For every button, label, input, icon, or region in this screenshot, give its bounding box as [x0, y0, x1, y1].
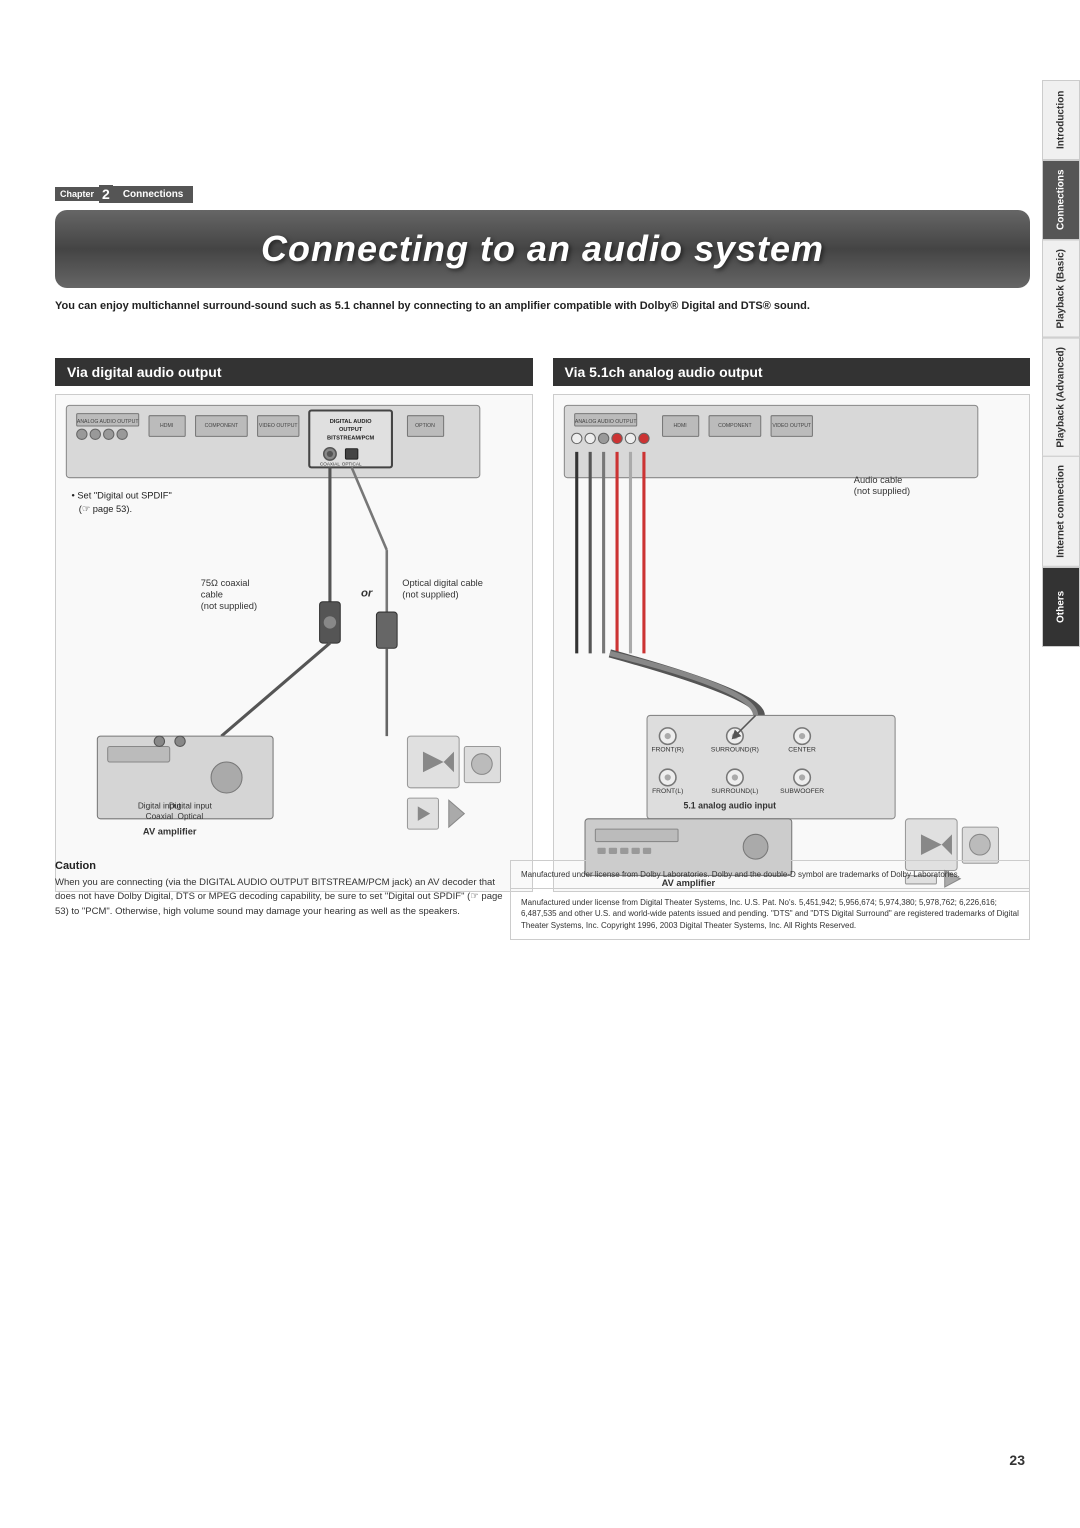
- svg-text:(not supplied): (not supplied): [402, 590, 458, 600]
- breadcrumb: Chapter 2 Connections: [55, 185, 193, 203]
- svg-text:COAXIAL: COAXIAL: [320, 461, 341, 466]
- sidebar-tabs: Introduction Connections Playback (Basic…: [1042, 80, 1080, 647]
- caution-text: When you are connecting (via the DIGITAL…: [55, 876, 505, 919]
- svg-text:OPTICAL: OPTICAL: [342, 461, 362, 466]
- svg-text:OUTPUT: OUTPUT: [339, 427, 363, 433]
- caution-section: Caution When you are connecting (via the…: [55, 860, 505, 919]
- svg-text:SUBWOOFER: SUBWOOFER: [780, 788, 824, 795]
- analog-audio-diagram: ANALOG AUDIO OUTPUT HDMI COMPONENT VIDEO…: [553, 394, 1031, 892]
- svg-text:Coaxial: Coaxial: [146, 812, 174, 821]
- dts-legal: Manufactured under license from Digital …: [511, 889, 1029, 939]
- section-digital-audio: Via digital audio output ANALOG AUDIO OU…: [55, 358, 533, 897]
- svg-text:COMPONENT: COMPONENT: [718, 423, 752, 429]
- svg-text:cable: cable: [201, 590, 223, 600]
- svg-text:COMPONENT: COMPONENT: [205, 423, 239, 429]
- svg-text:SURROUND(R): SURROUND(R): [710, 747, 758, 754]
- svg-text:VIDEO OUTPUT: VIDEO OUTPUT: [772, 423, 812, 429]
- sidebar-tab-others[interactable]: Others: [1042, 567, 1080, 647]
- chapter-number: 2: [99, 185, 113, 203]
- svg-text:BITSTREAM/PCM: BITSTREAM/PCM: [327, 435, 375, 441]
- svg-text:Optical: Optical: [178, 812, 204, 821]
- svg-text:(☞ page 53).: (☞ page 53).: [79, 504, 132, 514]
- svg-text:Digital input: Digital input: [169, 801, 213, 810]
- section-analog-header: Via 5.1ch analog audio output: [553, 358, 1031, 386]
- svg-text:HDMI: HDMI: [673, 423, 686, 429]
- svg-text:5.1 analog audio input: 5.1 analog audio input: [683, 800, 776, 810]
- section-digital-content: ANALOG AUDIO OUTPUT HDMI COMPONENT VIDEO…: [55, 394, 533, 897]
- svg-text:ANALOG AUDIO OUTPUT: ANALOG AUDIO OUTPUT: [574, 419, 636, 425]
- svg-text:VIDEO OUTPUT: VIDEO OUTPUT: [259, 423, 299, 429]
- svg-text:Audio cable: Audio cable: [853, 475, 902, 485]
- svg-text:• Set "Digital out SPDIF": • Set "Digital out SPDIF": [72, 490, 172, 500]
- sidebar-tab-introduction[interactable]: Introduction: [1042, 80, 1080, 160]
- svg-text:DIGITAL AUDIO: DIGITAL AUDIO: [330, 419, 372, 425]
- dolby-legal: Manufactured under license from Dolby La…: [511, 861, 1029, 889]
- svg-text:or: or: [361, 588, 373, 600]
- sidebar-tab-playback-advanced[interactable]: Playback (Advanced): [1042, 338, 1080, 457]
- sections-container: Via digital audio output ANALOG AUDIO OU…: [55, 358, 1030, 897]
- caution-title: Caution: [55, 860, 505, 872]
- main-title-banner: Connecting to an audio system: [55, 210, 1030, 288]
- chapter-label: Chapter: [55, 187, 99, 201]
- main-title: Connecting to an audio system: [261, 228, 824, 269]
- chapter-title: Connections: [113, 186, 194, 203]
- svg-text:CENTER: CENTER: [788, 747, 816, 754]
- legal-notices: Manufactured under license from Dolby La…: [510, 860, 1030, 940]
- section-digital-header: Via digital audio output: [55, 358, 533, 386]
- sidebar-tab-connections[interactable]: Connections: [1042, 160, 1080, 240]
- svg-text:SURROUND(L): SURROUND(L): [711, 788, 758, 795]
- svg-text:FRONT(R): FRONT(R): [651, 747, 683, 754]
- svg-text:FRONT(L): FRONT(L): [652, 788, 683, 795]
- svg-text:(not supplied): (not supplied): [201, 601, 257, 611]
- section-analog-content: ANALOG AUDIO OUTPUT HDMI COMPONENT VIDEO…: [553, 394, 1031, 897]
- svg-text:AV amplifier: AV amplifier: [143, 826, 197, 836]
- svg-text:75Ω coaxial: 75Ω coaxial: [201, 578, 250, 588]
- sidebar-tab-internet[interactable]: Internet connection: [1042, 456, 1080, 567]
- svg-text:HDMI: HDMI: [160, 423, 173, 429]
- svg-text:(not supplied): (not supplied): [853, 486, 909, 496]
- sidebar-tab-playback-basic[interactable]: Playback (Basic): [1042, 240, 1080, 338]
- intro-paragraph: You can enjoy multichannel surround-soun…: [55, 298, 1030, 315]
- svg-text:ANALOG AUDIO OUTPUT: ANALOG AUDIO OUTPUT: [77, 419, 139, 425]
- digital-audio-diagram: ANALOG AUDIO OUTPUT HDMI COMPONENT VIDEO…: [55, 394, 533, 892]
- svg-text:Optical digital cable: Optical digital cable: [402, 578, 483, 588]
- page-number: 23: [1009, 1452, 1025, 1468]
- section-analog-audio: Via 5.1ch analog audio output ANALOG AUD…: [553, 358, 1031, 897]
- svg-text:OPTION: OPTION: [415, 423, 435, 429]
- intro-text: You can enjoy multichannel surround-soun…: [55, 300, 810, 312]
